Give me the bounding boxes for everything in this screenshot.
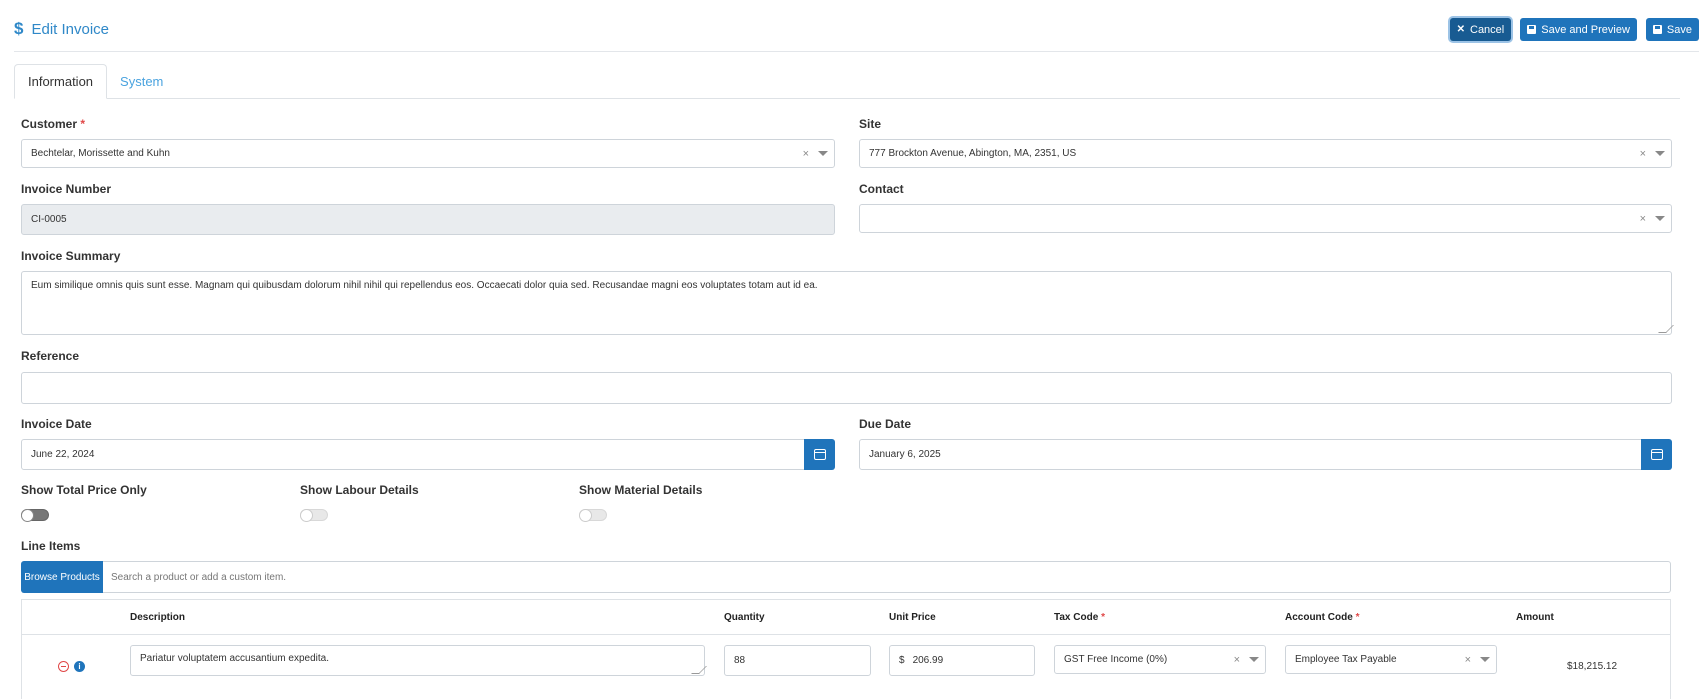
- page-header: $ Edit Invoice ✕ Cancel Save and Preview…: [14, 0, 1699, 52]
- show-material-details-label: Show Material Details: [579, 483, 703, 497]
- clear-icon[interactable]: ×: [1465, 654, 1471, 666]
- line-account-code-value: Employee Tax Payable: [1295, 654, 1397, 665]
- show-labour-details-label: Show Labour Details: [300, 483, 419, 497]
- save-and-preview-button[interactable]: Save and Preview: [1520, 18, 1637, 41]
- column-header-description: Description: [130, 612, 186, 623]
- due-date-picker-button[interactable]: [1641, 439, 1672, 470]
- customer-select[interactable]: Bechtelar, Morissette and Kuhn ×: [21, 139, 835, 168]
- show-material-details-toggle[interactable]: [579, 509, 607, 522]
- page-title: $ Edit Invoice: [14, 19, 109, 39]
- column-header-tax-code: Tax Code *: [1054, 612, 1105, 623]
- reference-label: Reference: [21, 349, 80, 363]
- line-tax-code-select[interactable]: GST Free Income (0%) ×: [1054, 645, 1266, 674]
- product-search-input[interactable]: Search a product or add a custom item.: [103, 561, 1671, 593]
- resize-handle-icon[interactable]: [691, 666, 707, 674]
- tab-information[interactable]: Information: [14, 64, 108, 99]
- invoice-summary-value: Eum similique omnis quis sunt esse. Magn…: [31, 280, 818, 291]
- due-date-label: Due Date: [859, 417, 912, 431]
- invoice-date-input[interactable]: June 22, 2024: [21, 439, 805, 470]
- due-date-input[interactable]: January 6, 2025: [859, 439, 1642, 470]
- invoice-number-field: CI-0005: [21, 204, 835, 235]
- column-header-amount: Amount: [1516, 612, 1554, 623]
- resize-handle-icon[interactable]: [1658, 325, 1674, 333]
- line-description-value: Pariatur voluptatem accusantium expedita…: [140, 653, 329, 664]
- line-quantity-value: 88: [734, 655, 746, 666]
- table-header: Description Quantity Unit Price Tax Code…: [22, 600, 1670, 635]
- chevron-down-icon[interactable]: [1655, 216, 1665, 221]
- save-and-preview-label: Save and Preview: [1541, 23, 1630, 36]
- invoice-summary-textarea[interactable]: Eum similique omnis quis sunt esse. Magn…: [21, 271, 1674, 335]
- invoice-date-label: Invoice Date: [21, 417, 92, 431]
- required-marker: *: [80, 117, 86, 131]
- required-marker: *: [1101, 612, 1105, 623]
- line-items-table: Description Quantity Unit Price Tax Code…: [21, 599, 1671, 699]
- chevron-down-icon[interactable]: [1655, 151, 1665, 156]
- save-icon: [1527, 25, 1537, 34]
- tab-system[interactable]: System: [107, 64, 176, 99]
- close-icon: ✕: [1456, 24, 1465, 35]
- line-description-textarea[interactable]: Pariatur voluptatem accusantium expedita…: [130, 645, 707, 676]
- clear-icon[interactable]: ×: [1640, 148, 1646, 160]
- chevron-down-icon[interactable]: [818, 151, 828, 156]
- site-label: Site: [859, 117, 882, 131]
- save-icon: [1652, 25, 1662, 34]
- column-header-quantity: Quantity: [724, 612, 765, 623]
- toggle-knob: [21, 509, 34, 522]
- invoice-date-value: June 22, 2024: [31, 449, 95, 460]
- toggle-knob: [579, 509, 592, 522]
- browse-products-button[interactable]: Browse Products: [21, 561, 103, 593]
- column-header-account-code: Account Code *: [1285, 612, 1359, 623]
- clear-icon[interactable]: ×: [1234, 654, 1240, 666]
- tab-bar: Information System: [14, 64, 1680, 99]
- toggle-knob: [300, 509, 313, 522]
- line-tax-code-value: GST Free Income (0%): [1064, 654, 1168, 665]
- calendar-icon: [1650, 449, 1663, 460]
- customer-label: Customer *: [21, 117, 85, 131]
- line-unit-price-input[interactable]: $ 206.99: [889, 645, 1035, 676]
- contact-select[interactable]: ×: [859, 204, 1672, 233]
- invoice-number-label: Invoice Number: [21, 182, 112, 196]
- column-header-unit-price: Unit Price: [889, 612, 936, 623]
- save-button[interactable]: Save: [1645, 18, 1699, 41]
- account-code-header-text: Account Code: [1285, 612, 1353, 623]
- clear-icon[interactable]: ×: [1640, 213, 1646, 225]
- chevron-down-icon[interactable]: [1480, 657, 1490, 662]
- required-marker: *: [1355, 612, 1360, 623]
- site-value: 777 Brockton Avenue, Abington, MA, 2351,…: [869, 148, 1077, 159]
- invoice-summary-label: Invoice Summary: [21, 249, 121, 263]
- remove-line-icon[interactable]: [58, 661, 69, 672]
- due-date-value: January 6, 2025: [869, 449, 941, 460]
- cancel-button-label: Cancel: [1470, 23, 1505, 36]
- info-icon[interactable]: i: [74, 661, 85, 672]
- tax-code-header-text: Tax Code: [1054, 612, 1099, 623]
- show-labour-details-toggle[interactable]: [300, 509, 328, 522]
- line-account-code-select[interactable]: Employee Tax Payable ×: [1285, 645, 1497, 674]
- line-quantity-input[interactable]: 88: [724, 645, 871, 676]
- reference-input[interactable]: [21, 372, 1672, 404]
- customer-value: Bechtelar, Morissette and Kuhn: [31, 148, 170, 159]
- cancel-button[interactable]: ✕ Cancel: [1449, 18, 1512, 41]
- line-amount: $18,215.12: [1567, 661, 1618, 672]
- line-items-label: Line Items: [21, 539, 81, 553]
- show-total-price-label: Show Total Price Only: [21, 483, 147, 497]
- invoice-date-picker-button[interactable]: [804, 439, 835, 470]
- page-title-text: Edit Invoice: [31, 20, 110, 38]
- site-select[interactable]: 777 Brockton Avenue, Abington, MA, 2351,…: [859, 139, 1672, 168]
- save-button-label: Save: [1666, 23, 1692, 36]
- chevron-down-icon[interactable]: [1249, 657, 1259, 662]
- customer-label-text: Customer: [21, 117, 78, 131]
- line-unit-price-value: 206.99: [912, 655, 944, 666]
- header-actions: ✕ Cancel Save and Preview Save: [1449, 18, 1699, 41]
- show-total-price-toggle[interactable]: [21, 509, 49, 522]
- invoice-number-value: CI-0005: [31, 214, 67, 225]
- contact-label: Contact: [859, 182, 904, 196]
- calendar-icon: [813, 449, 826, 460]
- clear-icon[interactable]: ×: [803, 148, 809, 160]
- dollar-icon: $: [14, 19, 24, 38]
- currency-symbol: $: [899, 655, 905, 666]
